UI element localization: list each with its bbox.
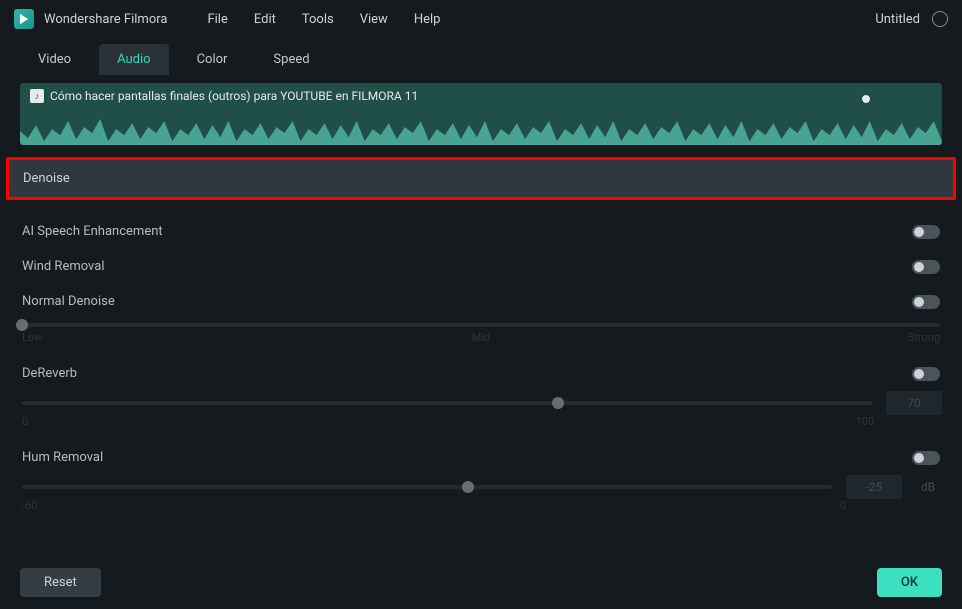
ok-button[interactable]: OK (877, 568, 942, 597)
menu-bar: File Edit Tools View Help (207, 12, 440, 27)
hum-removal-slider[interactable] (22, 485, 832, 489)
normal-slider-mid: Mid (472, 331, 490, 344)
normal-slider-strong: Strong (908, 331, 940, 344)
hum-min: -60 (22, 499, 37, 512)
tab-color[interactable]: Color (179, 44, 246, 75)
option-wind-removal: Wind Removal (20, 249, 942, 284)
ai-speech-toggle[interactable] (912, 225, 940, 239)
hum-removal-value[interactable]: -25 (846, 475, 902, 499)
sync-icon[interactable] (932, 11, 948, 27)
menu-help[interactable]: Help (414, 12, 441, 27)
dereverb-min: 0 (22, 415, 28, 428)
panel-footer: Reset OK (20, 568, 942, 597)
title-right: Untitled (875, 11, 948, 27)
tab-audio[interactable]: Audio (99, 44, 168, 75)
volume-line (878, 98, 928, 100)
reset-button[interactable]: Reset (20, 568, 101, 597)
option-normal-denoise: Normal Denoise Low Mid Strong (20, 284, 942, 344)
clip-title: Cómo hacer pantallas finales (outros) pa… (50, 89, 418, 103)
menu-file[interactable]: File (207, 12, 227, 27)
music-icon: ♪ (30, 89, 44, 103)
wind-removal-toggle[interactable] (912, 260, 940, 274)
app-logo (14, 9, 34, 29)
normal-slider-low: Low (22, 331, 42, 344)
menu-edit[interactable]: Edit (254, 12, 276, 27)
dereverb-label: DeReverb (22, 366, 77, 381)
normal-denoise-label: Normal Denoise (22, 294, 115, 309)
panel-body: ♪ Cómo hacer pantallas finales (outros) … (0, 75, 962, 512)
option-ai-speech: AI Speech Enhancement (20, 214, 942, 249)
option-hum-removal: Hum Removal -25 dB -60 0 (20, 440, 942, 512)
hum-removal-label: Hum Removal (22, 450, 103, 465)
tab-speed[interactable]: Speed (255, 44, 327, 75)
tab-video[interactable]: Video (20, 44, 89, 75)
hum-removal-unit: dB (914, 480, 942, 494)
clip-volume-control[interactable] (860, 93, 928, 105)
option-dereverb: DeReverb 70 0 100 (20, 356, 942, 428)
property-tabs: Video Audio Color Speed (0, 38, 962, 75)
menu-view[interactable]: View (360, 12, 388, 27)
menu-tools[interactable]: Tools (302, 12, 334, 27)
app-name: Wondershare Filmora (44, 12, 167, 27)
normal-denoise-slider[interactable] (22, 323, 940, 327)
dereverb-slider[interactable] (22, 401, 872, 405)
hum-max: 0 (840, 499, 846, 512)
audio-clip-preview[interactable]: ♪ Cómo hacer pantallas finales (outros) … (20, 83, 942, 145)
volume-knob-icon (860, 93, 872, 105)
section-denoise-header[interactable]: Denoise (6, 157, 956, 200)
project-title: Untitled (875, 12, 920, 27)
wind-removal-label: Wind Removal (22, 259, 105, 274)
dereverb-toggle[interactable] (912, 367, 940, 381)
ai-speech-label: AI Speech Enhancement (22, 224, 163, 239)
dereverb-max: 100 (855, 415, 874, 428)
hum-removal-toggle[interactable] (912, 451, 940, 465)
dereverb-value[interactable]: 70 (886, 391, 942, 415)
normal-denoise-toggle[interactable] (912, 295, 940, 309)
titlebar: Wondershare Filmora File Edit Tools View… (0, 0, 962, 38)
